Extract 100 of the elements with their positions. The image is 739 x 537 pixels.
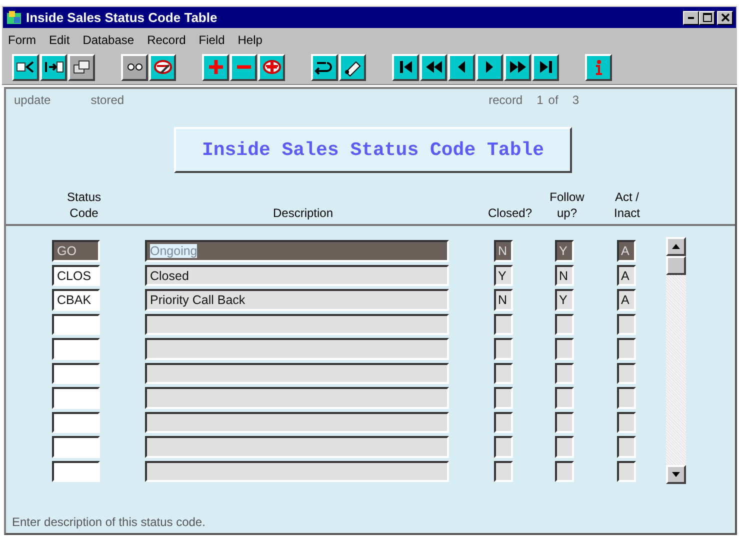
info-icon (596, 60, 602, 74)
plus-eraser-icon (260, 57, 282, 77)
close-button[interactable] (717, 10, 733, 24)
closed-flag-field[interactable] (494, 460, 513, 482)
of-label: of (548, 93, 558, 109)
description-field[interactable]: Closed (145, 264, 449, 286)
code-field[interactable]: GO (52, 240, 100, 262)
form-title: Inside Sales Status Code Table (174, 127, 572, 173)
toolbar-button[interactable] (448, 54, 475, 80)
active-flag-field[interactable] (617, 387, 636, 408)
column-header: up? (556, 205, 578, 221)
code-field[interactable] (52, 460, 100, 482)
toolbar-button[interactable] (12, 54, 39, 80)
column-header: Follow (550, 189, 584, 205)
follow-up-flag-field[interactable]: Y (555, 289, 574, 310)
code-field[interactable] (52, 412, 100, 433)
maximize-icon (702, 13, 712, 22)
code-field[interactable] (52, 436, 100, 458)
description-field[interactable] (145, 338, 449, 360)
column-header: Closed? (488, 205, 532, 221)
active-flag-field[interactable] (617, 314, 636, 335)
active-flag-field[interactable] (617, 362, 636, 384)
follow-up-flag-field[interactable] (555, 412, 574, 433)
closed-flag-field[interactable] (494, 387, 513, 408)
description-field[interactable] (145, 314, 449, 335)
code-field[interactable]: CBAK (52, 289, 100, 310)
menu-item[interactable]: Form (8, 32, 36, 46)
record-number: 1 (536, 93, 544, 109)
menu-item[interactable]: Edit (49, 32, 70, 46)
toolbar-button[interactable] (392, 54, 419, 80)
closed-flag-field[interactable] (494, 436, 513, 458)
closed-flag-field[interactable]: N (494, 289, 513, 310)
hint-text: Enter description of this status code. (11, 515, 206, 531)
toolbar-button[interactable] (420, 54, 447, 80)
scroll-up-button[interactable] (666, 237, 686, 256)
follow-up-flag-field[interactable] (555, 338, 574, 360)
minimize-icon (688, 16, 694, 18)
code-field[interactable]: CLOS (52, 264, 100, 286)
menu-item[interactable]: Help (238, 32, 262, 46)
toolbar-button[interactable] (585, 54, 612, 80)
active-flag-field[interactable] (617, 412, 636, 433)
toolbar-button[interactable] (476, 54, 503, 80)
follow-up-flag-field[interactable]: N (555, 264, 574, 286)
description-field[interactable]: Priority Call Back (145, 289, 449, 310)
minimize-button[interactable] (683, 10, 699, 24)
active-flag-field[interactable] (617, 436, 636, 458)
description-field[interactable] (145, 387, 449, 408)
maximize-button[interactable] (699, 10, 715, 24)
menu-item[interactable]: Field (198, 32, 225, 46)
description-field[interactable] (145, 362, 449, 384)
up-triangle-icon (672, 244, 680, 249)
app-icon (6, 10, 22, 26)
toolbar-button[interactable] (230, 54, 257, 80)
description-field[interactable] (145, 412, 449, 433)
follow-up-flag-field[interactable]: Y (555, 240, 574, 262)
follow-up-flag-field[interactable] (555, 387, 574, 408)
active-flag-field[interactable] (617, 338, 636, 360)
closed-flag-field[interactable]: Y (494, 264, 513, 286)
closed-flag-field[interactable]: N (494, 240, 513, 262)
toolbar-button[interactable] (311, 54, 338, 80)
description-field[interactable] (145, 460, 449, 482)
code-field[interactable] (52, 338, 100, 360)
code-field[interactable] (52, 362, 100, 384)
record-label: record (488, 93, 523, 109)
code-field[interactable] (52, 387, 100, 408)
toolbar-button[interactable] (504, 54, 531, 80)
menu-item[interactable]: Record (147, 32, 186, 46)
minus-icon (236, 65, 250, 69)
scroll-thumb[interactable] (666, 256, 686, 275)
column-header: Inact (614, 205, 640, 221)
scroll-down-button[interactable] (666, 465, 686, 484)
eraser-icon (152, 57, 174, 77)
toolbar-button[interactable] (532, 54, 559, 80)
closed-flag-field[interactable] (494, 338, 513, 360)
follow-up-flag-field[interactable] (555, 314, 574, 335)
active-flag-field[interactable]: A (617, 264, 636, 286)
active-flag-field[interactable]: A (617, 289, 636, 310)
glasses-icon (126, 63, 142, 71)
follow-up-flag-field[interactable] (555, 436, 574, 458)
active-flag-field[interactable] (617, 460, 636, 482)
toolbar-button[interactable] (149, 54, 176, 80)
closed-flag-field[interactable] (494, 314, 513, 335)
code-field[interactable] (52, 314, 100, 335)
follow-up-flag-field[interactable] (555, 460, 574, 482)
closed-flag-field[interactable] (494, 412, 513, 433)
follow-up-flag-field[interactable] (555, 362, 574, 384)
closed-flag-field[interactable] (494, 362, 513, 384)
column-header: Code (70, 205, 98, 221)
description-field[interactable] (145, 436, 449, 458)
toolbar-button[interactable] (40, 54, 67, 80)
active-flag-field[interactable]: A (617, 240, 636, 262)
close-icon (720, 13, 730, 22)
column-header: Description (272, 205, 334, 221)
mode-label: update (14, 93, 51, 109)
vertical-scrollbar[interactable] (666, 237, 686, 484)
toolbar-button[interactable] (202, 54, 229, 80)
toolbar-button[interactable] (258, 54, 285, 80)
menu-item[interactable]: Database (82, 32, 134, 46)
state-label: stored (90, 93, 124, 109)
toolbar-button[interactable] (339, 54, 366, 80)
